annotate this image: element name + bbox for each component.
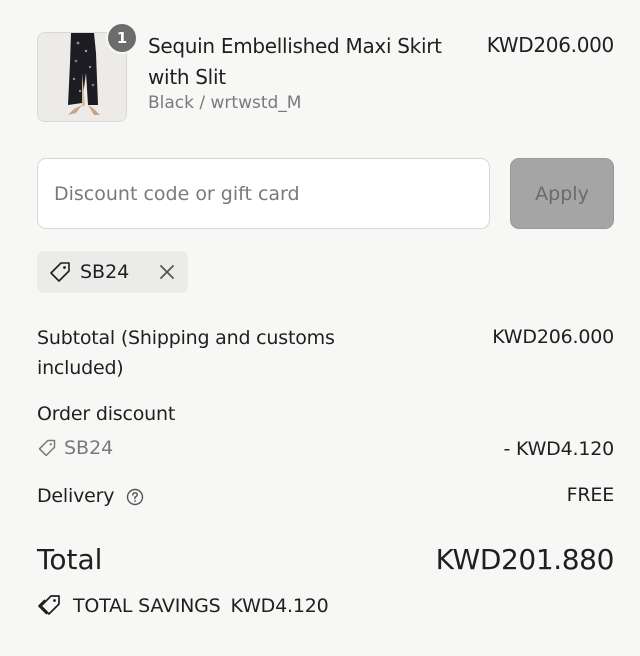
product-title: Sequin Embellished Maxi Skirt with Slit: [148, 34, 442, 89]
delivery-label: Delivery: [37, 485, 115, 507]
subtotal-label: Subtotal (Shipping and customs included): [37, 327, 335, 379]
product-variant: Black / wrtwstd_M: [148, 93, 302, 113]
total-savings: TOTAL SAVINGS KWD4.120: [37, 594, 329, 618]
quantity-badge: 1: [106, 22, 138, 54]
question-circle-icon: [126, 488, 144, 505]
discount-code-input[interactable]: [37, 158, 490, 229]
close-icon: [160, 265, 174, 279]
applied-discount-chip: SB24: [37, 251, 188, 293]
total-savings-value: KWD4.120: [230, 595, 329, 617]
total-value: KWD201.880: [435, 543, 615, 576]
subtotal-value: KWD206.000: [492, 326, 614, 348]
order-discount-value: - KWD4.120: [503, 438, 615, 460]
order-discount-code-label: SB24: [64, 437, 114, 459]
total-label: Total: [37, 543, 103, 576]
savings-tag-icon: [38, 595, 60, 615]
product-price: KWD206.000: [486, 33, 615, 57]
delivery-value: FREE: [566, 484, 615, 506]
tag-icon: [38, 439, 56, 457]
applied-code-label: SB24: [80, 261, 130, 283]
order-discount-code: SB24: [37, 437, 113, 459]
apply-button[interactable]: Apply: [510, 158, 614, 229]
remove-discount-button[interactable]: [156, 261, 178, 283]
delivery-row: Delivery: [37, 481, 144, 511]
total-savings-label: TOTAL SAVINGS: [73, 595, 221, 617]
order-discount-label: Order discount: [37, 403, 176, 425]
delivery-help-button[interactable]: [126, 488, 144, 506]
tag-icon: [50, 262, 70, 282]
